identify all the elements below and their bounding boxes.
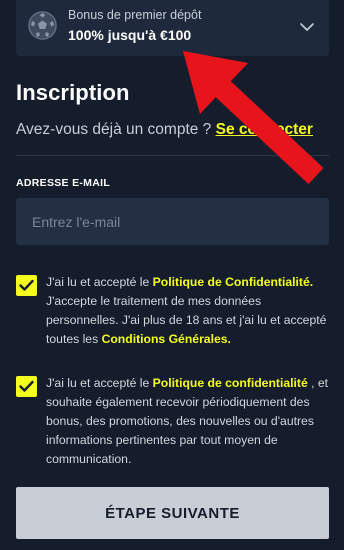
signup-page: Bonus de premier dépôt 100% jusqu'à €100… — [0, 0, 344, 550]
privacy-policy-link[interactable]: Politique de Confidentialité. — [153, 275, 313, 289]
bonus-subtitle: Bonus de premier dépôt — [68, 8, 202, 22]
existing-account-text: Avez-vous déjà un compte ? — [16, 121, 216, 138]
existing-account-prompt: Avez-vous déjà un compte ? Se connecter — [16, 121, 313, 139]
marketing-consent-checkbox[interactable] — [16, 376, 37, 397]
consent-text-part: J'ai lu et accepté le — [46, 376, 153, 390]
chevron-down-icon[interactable] — [299, 19, 315, 35]
next-step-button[interactable]: ÉTAPE SUIVANTE — [16, 487, 329, 539]
privacy-policy-link[interactable]: Politique de confidentialité — [153, 376, 308, 390]
email-field[interactable] — [16, 198, 329, 245]
privacy-consent-text: J'ai lu et accepté le Politique de Confi… — [46, 273, 336, 349]
bonus-amount: 100% jusqu'à €100 — [68, 27, 192, 43]
privacy-consent-checkbox[interactable] — [16, 275, 37, 296]
login-link[interactable]: Se connecter — [216, 121, 313, 138]
marketing-consent-text: J'ai lu et accepté le Politique de confi… — [46, 374, 336, 469]
consent-text-part: J'ai lu et accepté le — [46, 275, 153, 289]
soccer-ball-icon — [28, 11, 57, 40]
email-label: ADRESSE E-MAIL — [16, 177, 111, 189]
divider — [16, 155, 329, 156]
first-deposit-bonus-card[interactable]: Bonus de premier dépôt 100% jusqu'à €100 — [16, 0, 329, 56]
checkmark-icon — [19, 279, 34, 291]
page-title: Inscription — [16, 80, 130, 105]
checkmark-icon — [19, 380, 34, 392]
terms-link[interactable]: Conditions Générales. — [102, 332, 231, 346]
